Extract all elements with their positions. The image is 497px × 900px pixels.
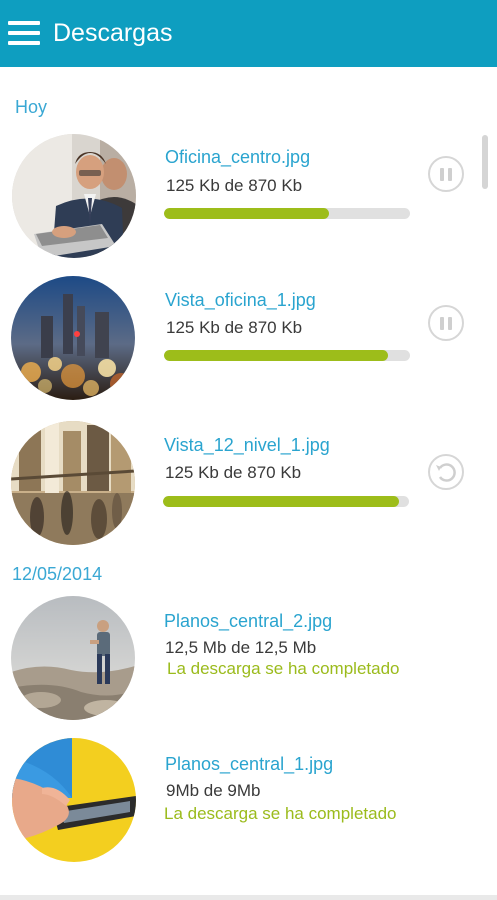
section-header-date: 12/05/2014 — [12, 564, 103, 584]
hand-smartphone-photo — [12, 738, 136, 862]
progress-fill — [163, 496, 400, 507]
bottom-divider — [0, 895, 497, 900]
progress-fill — [164, 350, 388, 361]
download-item[interactable]: Planos_central_1.jpg 9Mb de 9Mb La desca… — [0, 736, 497, 876]
city-night-lights-photo — [11, 276, 135, 400]
download-complete-status: La descarga se ha completado — [164, 804, 397, 823]
pause-icon[interactable] — [428, 156, 464, 192]
download-progress-bar — [163, 496, 409, 507]
download-size: 125 Kb de 870 Kb — [166, 318, 303, 337]
download-item[interactable]: Planos_central_2.jpg 12,5 Mb de 12,5 Mb … — [0, 592, 497, 732]
retry-icon[interactable] — [428, 454, 464, 490]
download-size: 125 Kb de 870 Kb — [166, 176, 303, 195]
progress-fill — [164, 208, 329, 219]
street-crowd-photo — [11, 421, 135, 545]
download-size: 125 Kb de 870 Kb — [165, 463, 302, 482]
app-bar: Descargas — [0, 0, 497, 67]
download-filename[interactable]: Planos_central_2.jpg — [164, 610, 332, 632]
download-item[interactable]: Oficina_centro.jpg 125 Kb de 870 Kb — [0, 130, 497, 270]
download-progress-bar — [164, 350, 410, 361]
download-size: 9Mb de 9Mb — [166, 781, 261, 800]
download-filename[interactable]: Planos_central_1.jpg — [165, 753, 333, 775]
hamburger-menu-icon[interactable] — [8, 21, 40, 45]
download-size: 12,5 Mb de 12,5 Mb — [165, 638, 317, 657]
download-complete-status: La descarga se ha completado — [167, 659, 400, 678]
app-title: Descargas — [53, 19, 173, 47]
download-progress-bar — [164, 208, 410, 219]
download-filename[interactable]: Oficina_centro.jpg — [165, 146, 310, 168]
section-header-today: Hoy — [15, 97, 48, 117]
download-filename[interactable]: Vista_oficina_1.jpg — [165, 289, 316, 311]
pause-icon[interactable] — [428, 305, 464, 341]
download-item[interactable]: Vista_12_nivel_1.jpg 125 Kb de 870 Kb — [0, 417, 497, 557]
man-on-rocks-photo — [11, 596, 135, 720]
download-item[interactable]: Vista_oficina_1.jpg 125 Kb de 870 Kb — [0, 272, 497, 412]
download-filename[interactable]: Vista_12_nivel_1.jpg — [164, 434, 330, 456]
businessman-laptop-photo — [12, 134, 136, 258]
